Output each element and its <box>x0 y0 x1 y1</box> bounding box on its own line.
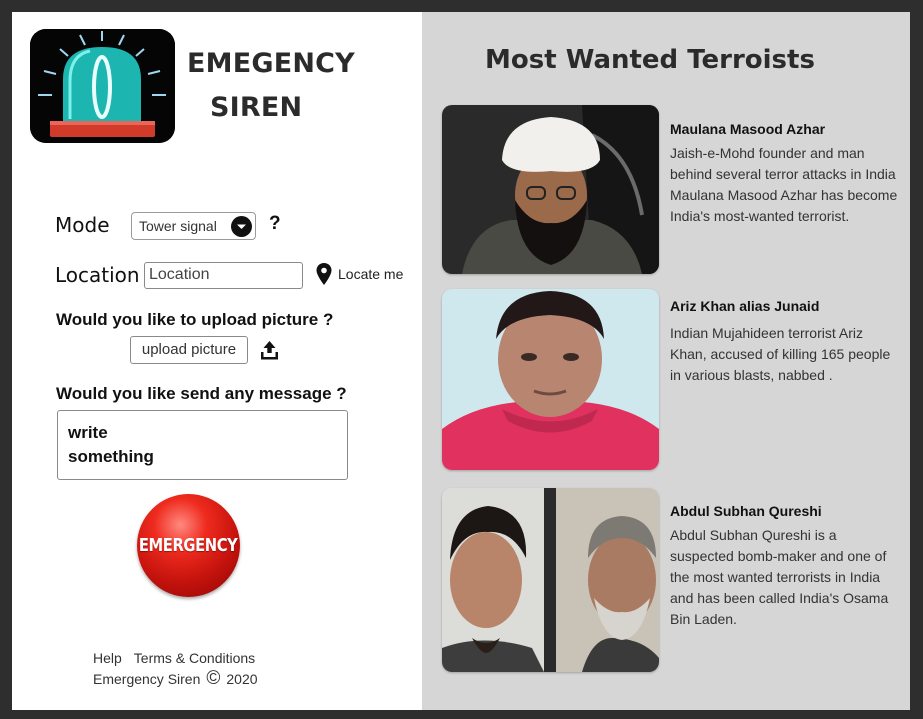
map-pin-icon <box>316 263 332 285</box>
terrorist-photo <box>442 105 659 274</box>
upload-icon[interactable] <box>259 340 280 361</box>
footer-links: Help Terms & Conditions <box>93 650 255 666</box>
location-label: Location <box>55 263 140 287</box>
location-input[interactable]: Location <box>144 262 303 289</box>
terrorist-photo <box>442 488 659 672</box>
emergency-button-label: EMERGENCY <box>139 535 238 556</box>
mode-select[interactable]: Tower signal <box>131 212 256 240</box>
chevron-down-icon[interactable] <box>231 216 252 237</box>
terrorist-name: Ariz Khan alias Junaid <box>670 298 820 314</box>
mode-help-icon[interactable]: ? <box>269 213 281 235</box>
left-panel: EMEGENCY SIREN Mode Tower signal ? Locat… <box>12 12 422 710</box>
terrorist-name: Maulana Masood Azhar <box>670 121 826 137</box>
message-question: Would you like send any message ? <box>56 384 347 403</box>
mode-label: Mode <box>55 213 110 237</box>
copyright-icon: © <box>206 668 221 689</box>
terms-link[interactable]: Terms & Conditions <box>134 650 255 666</box>
message-textarea[interactable]: write something <box>57 410 348 480</box>
terrorist-description: Abdul Subhan Qureshi is a suspected bomb… <box>670 527 889 627</box>
app-title-line1: EMEGENCY <box>187 48 355 79</box>
terrorist-photo <box>442 289 659 470</box>
terrorist-description: Indian Mujahideen terrorist Ariz Khan, a… <box>670 325 891 383</box>
upload-question: Would you like to upload picture ? <box>56 310 334 329</box>
most-wanted-panel: Most Wanted Terroists Maulana Masood Azh… <box>422 12 910 710</box>
help-link[interactable]: Help <box>93 650 122 666</box>
upload-picture-button[interactable]: upload picture <box>130 336 248 364</box>
terrorist-description: Jaish-e-Mohd founder and man behind seve… <box>670 145 898 224</box>
footer-year: 2020 <box>226 671 258 687</box>
siren-icon <box>30 29 175 143</box>
app-title-line2: SIREN <box>210 92 303 123</box>
locate-me-button[interactable]: Locate me <box>316 262 403 286</box>
most-wanted-title: Most Wanted Terroists <box>485 45 815 75</box>
mode-select-value: Tower signal <box>139 218 217 234</box>
locate-me-label: Locate me <box>338 266 404 282</box>
emergency-button[interactable]: EMERGENCY <box>137 494 240 597</box>
message-line: something <box>68 447 154 466</box>
terrorist-name: Abdul Subhan Qureshi <box>670 503 822 519</box>
footer-brand: Emergency Siren <box>93 671 201 687</box>
app-window: EMEGENCY SIREN Mode Tower signal ? Locat… <box>12 12 910 710</box>
message-line: write <box>68 423 108 442</box>
footer-copyright: Emergency Siren © 2020 <box>93 668 258 689</box>
